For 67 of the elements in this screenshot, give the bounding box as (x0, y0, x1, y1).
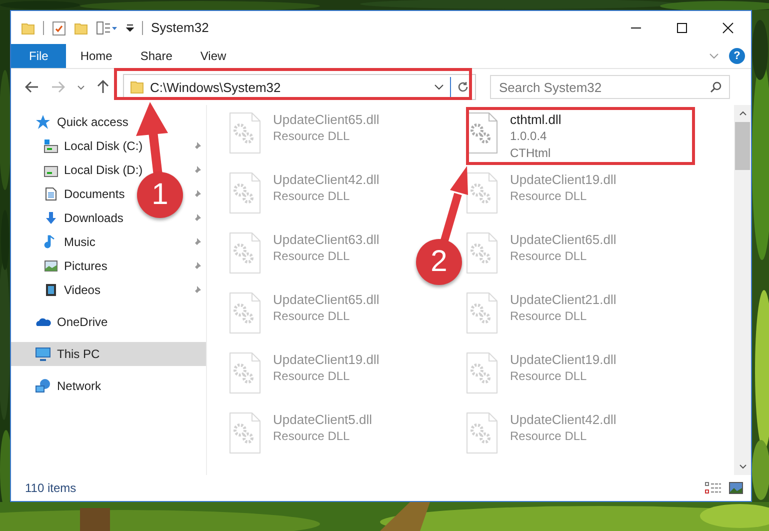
ribbon-tab[interactable]: Share (126, 44, 186, 68)
search-field[interactable]: Search System32 (490, 75, 730, 99)
sidebar-item[interactable]: Videos (11, 278, 100, 302)
sidebar-item[interactable]: Network (11, 374, 206, 398)
address-bar[interactable]: C:\Windows\System32 (123, 74, 476, 100)
ribbon-tab[interactable]: View (186, 44, 240, 68)
checklist-icon[interactable] (52, 20, 66, 36)
file-detail: Resource DLL (510, 368, 588, 385)
sidebar-item[interactable]: Local Disk (C:) (11, 134, 143, 158)
file-detail: Resource DLL (273, 308, 351, 325)
file-detail: Resource DLL (273, 188, 351, 205)
window-title: System32 (151, 20, 209, 35)
monitor-icon (35, 346, 51, 362)
sidebar-item[interactable]: This PC (11, 342, 206, 366)
scroll-thumb[interactable] (735, 122, 750, 170)
drive-icon (44, 139, 58, 153)
folder-icon[interactable] (21, 20, 35, 34)
forward-arrow-icon[interactable] (51, 81, 65, 93)
sidebar-item[interactable]: OneDrive (11, 310, 206, 334)
file-detail: Resource DLL (273, 248, 351, 265)
film-icon (44, 283, 58, 297)
address-path: C:\Windows\System32 (150, 80, 282, 94)
network-icon (35, 378, 51, 394)
sidebar-item[interactable]: Downloads (11, 206, 124, 230)
sidebar-item[interactable]: Pictures (11, 254, 108, 278)
sidebar-item[interactable]: Documents (11, 182, 125, 206)
chevron-up-icon[interactable] (738, 111, 746, 116)
minimize-icon (630, 26, 642, 28)
file-detail: Resource DLL (273, 428, 351, 445)
download-arrow-icon (44, 211, 58, 225)
file-detail: CTHtml (510, 145, 552, 162)
ribbon-tab[interactable]: File (11, 44, 66, 68)
file-detail: Resource DLL (510, 248, 588, 265)
file-detail: Resource DLL (510, 188, 588, 205)
folder-icon (130, 80, 144, 94)
properties-icon[interactable] (96, 20, 118, 34)
scrollbar[interactable] (734, 105, 751, 475)
file-detail: Resource DLL (273, 128, 351, 145)
large-icons-view-icon[interactable] (729, 482, 743, 494)
caret-icon[interactable] (126, 22, 134, 32)
chevron-down-icon[interactable] (738, 464, 746, 469)
back-arrow-icon[interactable] (25, 81, 39, 93)
close-icon (722, 22, 734, 34)
file-detail: Resource DLL (273, 368, 351, 385)
refresh-icon[interactable] (457, 81, 469, 93)
folder-icon[interactable] (74, 20, 88, 34)
document-icon (44, 187, 58, 201)
chevron-down-icon[interactable] (434, 84, 444, 90)
file-detail: Resource DLL (510, 308, 588, 325)
maximize-icon (676, 22, 688, 34)
search-icon (710, 81, 722, 93)
star-icon (35, 114, 51, 130)
ribbon-tab[interactable]: Home (66, 44, 126, 68)
help-button[interactable]: ? (729, 48, 745, 64)
file-detail: 1.0.0.4 (510, 128, 548, 145)
sidebar-item[interactable]: Quick access (11, 110, 206, 134)
picture-icon (44, 259, 58, 273)
item-count: 110 items (25, 481, 76, 495)
sidebar-item[interactable]: Music (11, 230, 96, 254)
chevron-down-icon[interactable] (77, 84, 85, 90)
file-name[interactable]: cthtml.dll (510, 111, 562, 128)
gear-document-icon[interactable] (466, 172, 498, 214)
up-arrow-icon[interactable] (97, 80, 109, 94)
file-detail: Resource DLL (510, 428, 588, 445)
details-view-icon[interactable] (705, 482, 721, 494)
drive-icon (44, 163, 58, 177)
gear-document-icon[interactable] (466, 112, 498, 154)
